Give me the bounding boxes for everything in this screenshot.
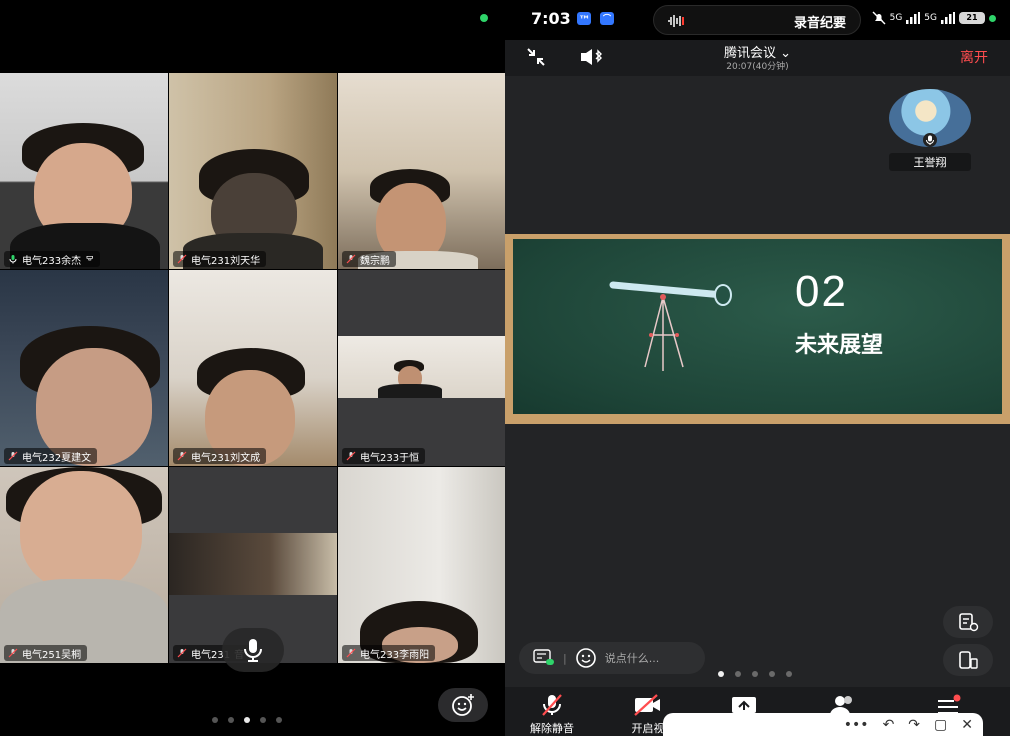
participant-name-tag: 电气233余杰 ᄝ: [4, 251, 101, 267]
meeting-pane: 7:03 ᵀᴹ ⌒ 录音纪要 5G 5G 21 腾讯会议 ⌄ 20:07(40分…: [505, 0, 1010, 736]
leave-button[interactable]: 离开: [960, 47, 988, 67]
page-dot-active: [718, 671, 724, 677]
clock: 7:03: [531, 9, 571, 28]
video-grid: 电气233余杰 ᄝ 电气231刘天华 魏宗鹏 电气232夏建文 电气231刘文成…: [0, 73, 505, 663]
smiley-plus-icon: [452, 694, 474, 716]
camera-indicator: [989, 14, 996, 22]
floating-control-bar: ••• ↶ ↷ ▢ ✕: [663, 713, 983, 736]
video-tile[interactable]: 电气233余杰 ᄝ: [0, 73, 168, 269]
page-indicator: [212, 717, 282, 723]
mic-on-icon: [8, 254, 18, 264]
network-type: 5G: [924, 13, 937, 23]
app-indicator-icon: ᵀᴹ: [577, 12, 592, 25]
status-bar: 7:03 ᵀᴹ ⌒ 录音纪要 5G 5G 21: [505, 0, 1010, 40]
telescope-illustration: [609, 281, 732, 371]
close-icon[interactable]: ✕: [961, 717, 973, 733]
presentation-slide: 02 未来展望: [513, 239, 1002, 414]
participant-name-tag: 电气233李雨阳: [342, 645, 436, 661]
video-tile[interactable]: 魏宗鹏: [338, 73, 505, 269]
emoji-icon[interactable]: [575, 647, 597, 669]
document-button[interactable]: [943, 606, 993, 638]
page-dot: [752, 671, 758, 677]
battery-icon: 21: [959, 12, 985, 24]
video-tile[interactable]: 电气233于恒: [338, 270, 505, 466]
system-icons: 5G 5G 21: [872, 11, 996, 25]
network-type: 5G: [889, 13, 903, 23]
mic-muted-icon: [177, 451, 187, 461]
page-dot-active: [244, 717, 250, 723]
page-dot: [260, 717, 266, 723]
participant-name-tag: 电气231刘文成: [173, 448, 267, 464]
divider: |: [563, 651, 567, 665]
page-icon[interactable]: ▢: [934, 717, 947, 733]
page-dot: [228, 717, 234, 723]
avatar: [889, 89, 971, 147]
microphone-icon: [244, 639, 262, 662]
page-dot: [276, 717, 282, 723]
microphone-icon: [923, 133, 937, 147]
participant-name-tag: 电气231刘天华: [173, 251, 267, 267]
mic-muted-icon: [8, 648, 18, 658]
signal-icon: [906, 12, 921, 24]
page-dot: [786, 671, 792, 677]
video-tile[interactable]: 电气231刘天华: [169, 73, 337, 269]
page-dot: [735, 671, 741, 677]
video-tile[interactable]: 电气251吴桐: [0, 467, 168, 663]
more-dots-icon[interactable]: •••: [844, 717, 869, 733]
mic-muted-icon: [346, 254, 356, 264]
unmute-button[interactable]: 解除静音: [517, 693, 587, 736]
video-tile[interactable]: 电气233李雨阳: [338, 467, 505, 663]
undo-icon[interactable]: ↶: [883, 717, 895, 733]
participant-name-tag: 电气233于恒: [342, 448, 426, 464]
chat-input[interactable]: | 说点什么...: [519, 642, 705, 674]
document-icon: [959, 613, 979, 632]
participant-name-tag: 电气251吴桐: [4, 645, 88, 661]
mic-muted-icon: [346, 451, 356, 461]
page-dot: [212, 717, 218, 723]
rotate-screen-button[interactable]: [943, 644, 993, 676]
mic-muted-icon: [8, 451, 18, 461]
reaction-button[interactable]: [438, 688, 488, 722]
video-tile[interactable]: 电气231刘文成: [169, 270, 337, 466]
slide-number: 02: [795, 267, 848, 316]
danmaku-icon: [533, 649, 554, 665]
recording-label: 录音纪要: [793, 16, 846, 31]
redo-icon[interactable]: ↷: [908, 717, 920, 733]
floating-mic-button[interactable]: [222, 628, 284, 672]
chat-placeholder: 说点什么...: [604, 652, 660, 665]
page-dot: [769, 671, 775, 677]
participant-name-tag: 魏宗鹏: [342, 251, 396, 267]
audio-wave-icon: [668, 15, 684, 27]
app-indicator-icon: ⌒: [600, 12, 614, 25]
participant-name-tag: 电气232夏建文: [4, 448, 98, 464]
host-name: 王誉翔: [889, 153, 971, 171]
signal-icon: [941, 12, 955, 24]
recording-island[interactable]: 录音纪要: [653, 5, 861, 35]
meeting-duration: 20:07(40分钟): [726, 62, 789, 72]
meeting-topbar: 腾讯会议 ⌄ 20:07(40分钟) 离开: [505, 40, 1010, 76]
shared-screen[interactable]: 02 未来展望: [505, 234, 1010, 424]
mic-muted-icon: [177, 254, 187, 264]
camera-indicator: [480, 14, 488, 22]
video-tile[interactable]: 电气232夏建文: [0, 270, 168, 466]
page-indicator: [718, 671, 792, 677]
camera-off-icon: [634, 694, 660, 716]
slide-title: 未来展望: [795, 333, 884, 358]
mic-muted-icon: [346, 648, 356, 658]
mute-notification-icon: [872, 11, 886, 25]
mic-muted-icon: [542, 694, 562, 716]
rotate-device-icon: [959, 651, 978, 669]
mic-muted-icon: [177, 648, 187, 658]
participant-grid-pane: 电气233余杰 ᄝ 电气231刘天华 魏宗鹏 电气232夏建文 电气231刘文成…: [0, 0, 505, 736]
host-card[interactable]: 王誉翔: [889, 89, 971, 171]
